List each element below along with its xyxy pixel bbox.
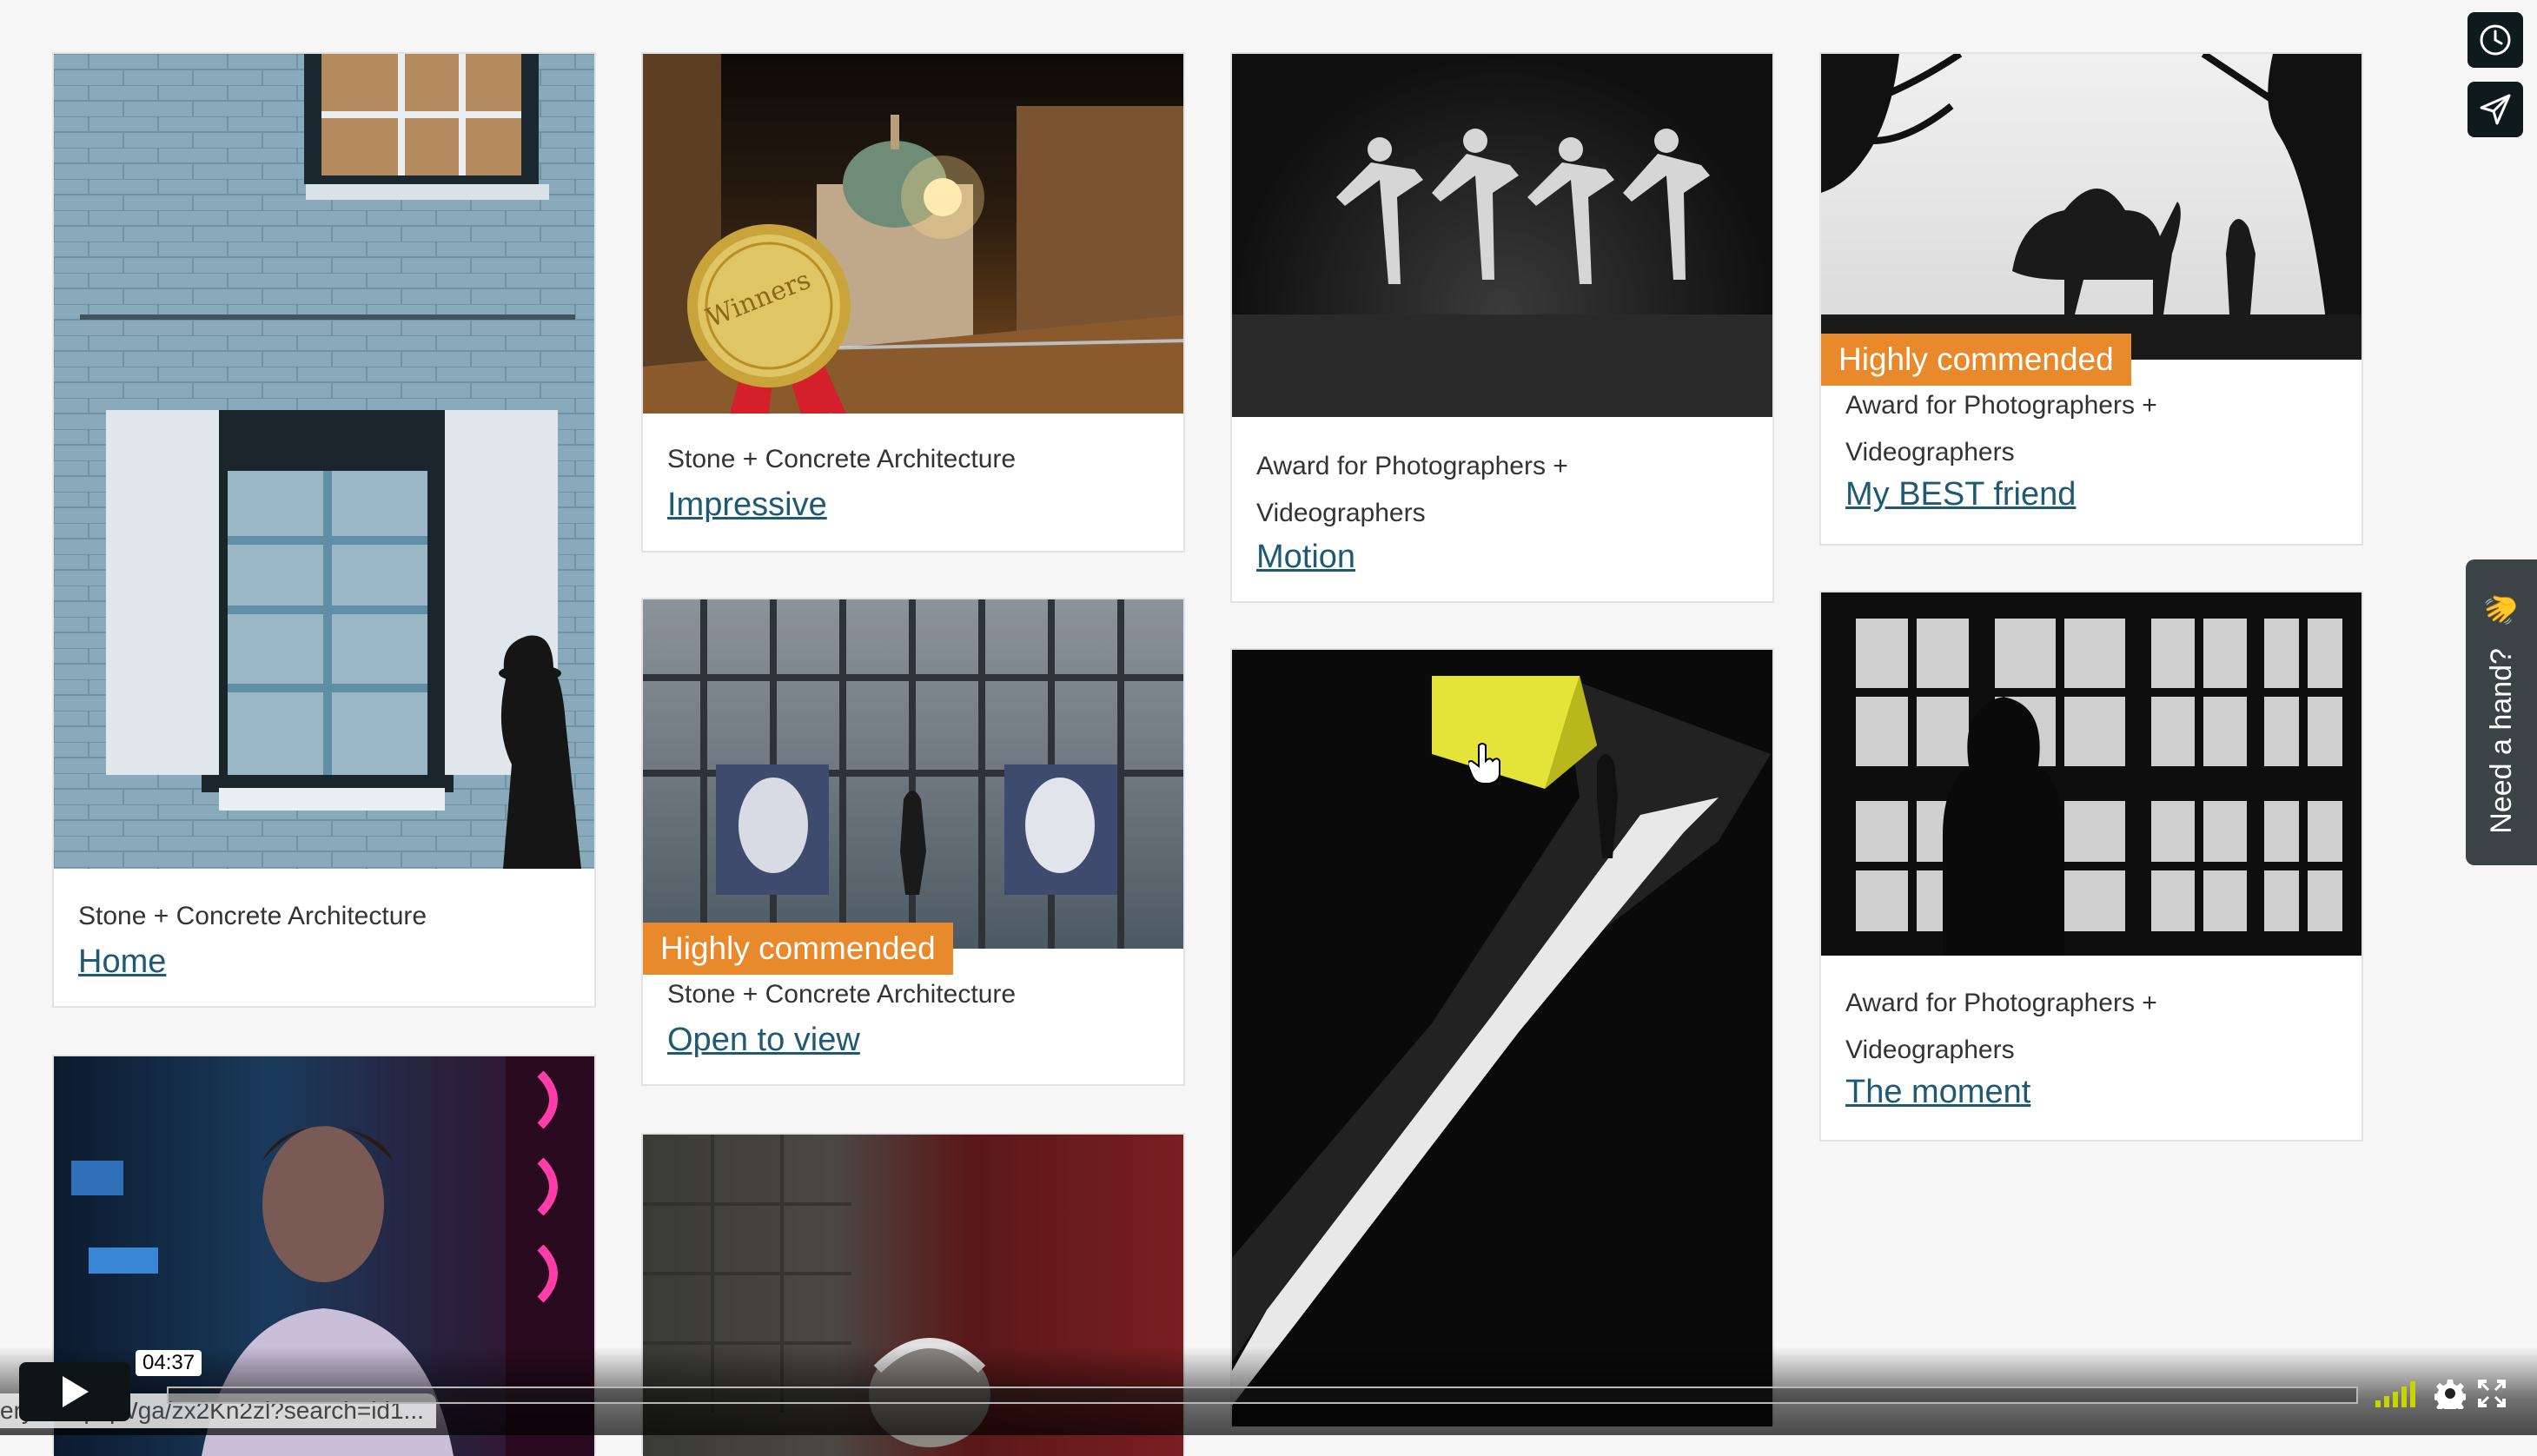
winners-seal-icon	[687, 224, 851, 414]
need-a-hand-text: Need a hand?	[2485, 648, 2518, 834]
photo-window-silhouette[interactable]	[54, 54, 594, 869]
dog-scene-illustration	[1821, 54, 2361, 360]
card-title-link[interactable]: Impressive	[667, 486, 827, 524]
watch-later-button[interactable]	[2467, 12, 2523, 68]
card-category: Award for Photographers + Videographers	[1256, 452, 1568, 527]
card-category: Award for Photographers + Videographers	[1845, 391, 2157, 467]
card-title-link[interactable]: My BEST friend	[1845, 476, 2076, 513]
gallery-card-the-moment[interactable]: Award for Photographers + Videographers …	[1819, 591, 2363, 1142]
fullscreen-icon[interactable]	[2478, 1380, 2506, 1407]
card-title-link[interactable]: Open to view	[667, 1022, 860, 1059]
window-illustration	[1856, 619, 2342, 956]
gallery-card-home[interactable]: Stone + Concrete Architecture Home	[52, 52, 596, 1008]
need-a-hand-tab[interactable]: Need a hand? 👋	[2466, 559, 2537, 865]
progress-track[interactable]	[167, 1387, 2358, 1404]
glass-facade-illustration	[643, 599, 1183, 949]
gallery-card-motion[interactable]: Award for Photographers + Videographers …	[1230, 52, 1774, 603]
play-button[interactable]	[19, 1362, 130, 1421]
card-category: Stone + Concrete Architecture	[667, 445, 1017, 473]
gallery-card-best-friend[interactable]: Highly commended Award for Photographers…	[1819, 52, 2363, 546]
card-category: Stone + Concrete Architecture	[78, 902, 427, 930]
brick-wall-illustration	[54, 54, 594, 869]
share-button[interactable]	[2467, 82, 2523, 137]
highly-commended-badge: Highly commended	[643, 923, 953, 975]
dancers-illustration	[1232, 129, 1772, 417]
gallery-card-impressive[interactable]: Winners Stone + Concrete Architecture Im…	[641, 52, 1185, 553]
photo-window-woman[interactable]	[1821, 592, 2361, 956]
highly-commended-badge: Highly commended	[1821, 334, 2131, 386]
photo-glass-facade[interactable]	[643, 599, 1183, 949]
need-a-hand-label: Need a hand? 👋	[2484, 591, 2519, 833]
hand-cursor-icon	[1468, 743, 1500, 784]
card-category: Award for Photographers + Videographers	[1845, 989, 2157, 1064]
settings-gear-icon[interactable]	[2434, 1378, 2466, 1409]
card-title-link[interactable]: Home	[78, 943, 166, 981]
clock-icon	[2480, 24, 2511, 56]
video-player-controls: ery/DRqvqWga/zx2Kn2zl?search=id1... 04:3…	[0, 1347, 2537, 1435]
timecode-badge: 04:37	[136, 1350, 202, 1376]
send-icon	[2480, 94, 2511, 125]
card-title-link[interactable]: Motion	[1256, 539, 1355, 576]
volume-bars-icon[interactable]	[2375, 1381, 2421, 1407]
play-icon	[63, 1376, 89, 1407]
photo-dog-silhouette[interactable]	[1821, 54, 2361, 360]
photo-dancers[interactable]	[1232, 54, 1772, 417]
photo-night-street[interactable]: Winners	[643, 54, 1183, 414]
card-title-link[interactable]: The moment	[1845, 1074, 2030, 1111]
card-category: Stone + Concrete Architecture	[667, 980, 1017, 1009]
wave-icon: 👋	[2485, 591, 2518, 628]
gallery-card-open-to-view[interactable]: Highly commended Stone + Concrete Archit…	[641, 598, 1185, 1086]
